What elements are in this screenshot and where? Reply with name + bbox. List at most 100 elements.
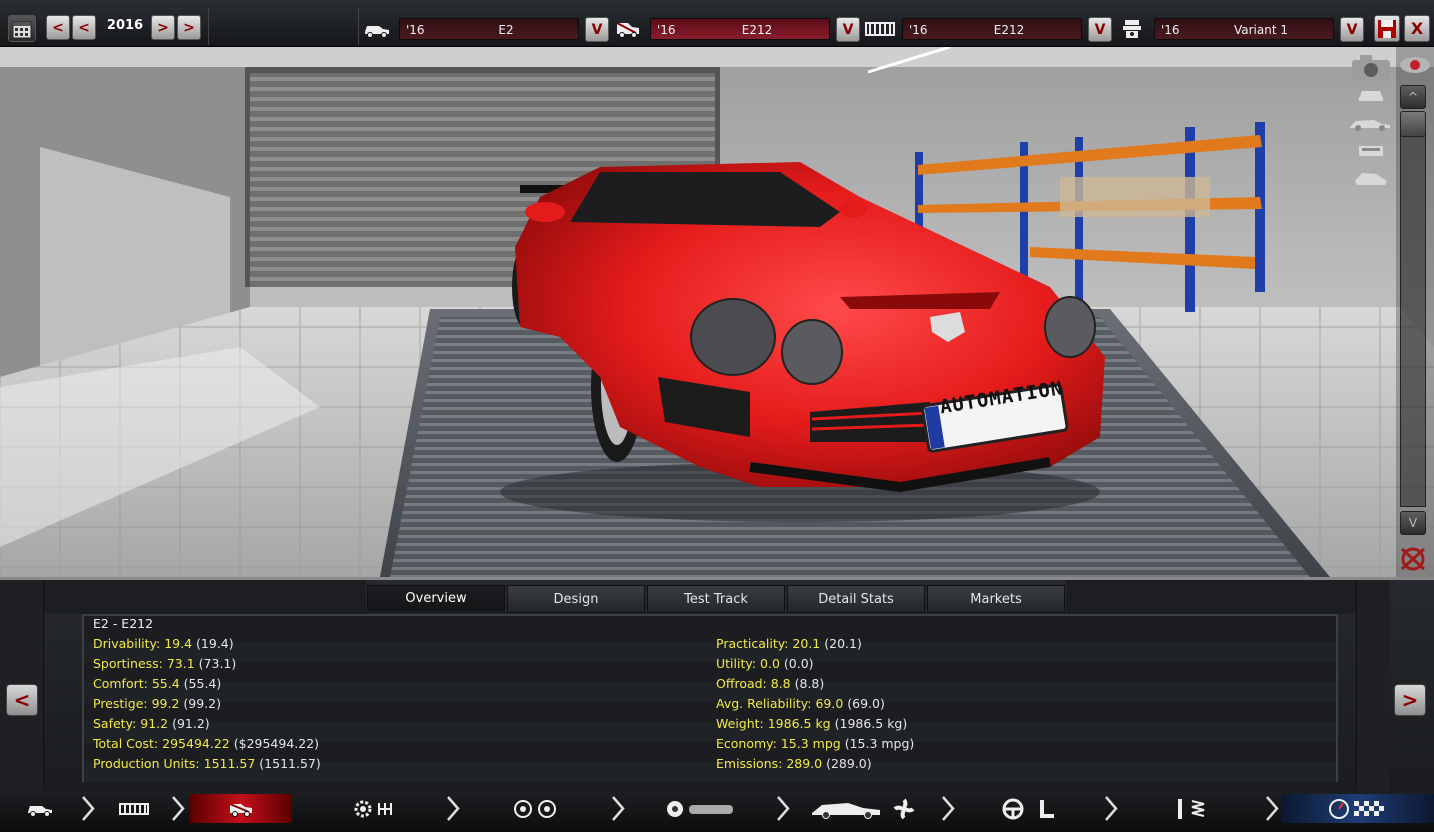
- tab-test-track[interactable]: Test Track: [647, 585, 785, 613]
- nav-step-trim[interactable]: [190, 794, 292, 823]
- divider: [208, 8, 209, 45]
- engine-dropdown-button[interactable]: V: [1340, 17, 1364, 42]
- stat-offroad: Offroad: 8.8 (8.8): [716, 674, 824, 694]
- chassis-icon: [865, 18, 895, 40]
- engine-field[interactable]: '16 Variant 1: [1154, 18, 1334, 40]
- next-car-button[interactable]: >: [1394, 684, 1426, 716]
- stat-value: (55.4): [183, 676, 222, 691]
- close-button[interactable]: X: [1404, 15, 1430, 42]
- view-rear-icon[interactable]: [1355, 143, 1387, 159]
- stat-practicality: Practicality: 20.1 (20.1): [716, 634, 862, 654]
- stat-value: (69.0): [847, 696, 885, 711]
- eye-icon[interactable]: [1398, 55, 1432, 75]
- stat-value: (20.1): [824, 636, 862, 651]
- nav-step-wheels[interactable]: [500, 794, 570, 823]
- stat-sportiness: Sportiness: 73.1 (73.1): [93, 654, 236, 674]
- chevron-right-icon: [1266, 796, 1279, 821]
- wheels-icon: [514, 799, 556, 818]
- save-icon[interactable]: [1374, 15, 1400, 42]
- chevron-right-icon: [612, 796, 625, 821]
- view-angle-icon[interactable]: [1352, 169, 1390, 189]
- scroll-down-button[interactable]: V: [1400, 511, 1426, 535]
- year-prev-button[interactable]: <: [72, 15, 96, 40]
- nav-step-testing[interactable]: [1282, 794, 1434, 823]
- interior-icon: [1002, 798, 1054, 819]
- stat-production-units: Production Units: 1511.57 (1511.57): [93, 754, 321, 774]
- stat-comfort: Comfort: 55.4 (55.4): [93, 674, 221, 694]
- stat-label: Economy: 15.3 mpg: [716, 736, 841, 751]
- calendar-icon[interactable]: [8, 15, 36, 42]
- tab-overview[interactable]: Overview: [367, 585, 505, 613]
- chevron-right-icon: [172, 796, 185, 821]
- aero-icon: [811, 798, 914, 819]
- stat-label: Drivability: 19.4: [93, 636, 193, 651]
- chevron-right-icon: [777, 796, 790, 821]
- chassis-dropdown-button[interactable]: V: [1088, 17, 1112, 42]
- scroll-up-button[interactable]: ^: [1400, 85, 1426, 109]
- chassis-icon: [119, 802, 149, 815]
- chassis-field[interactable]: '16 E212: [902, 18, 1082, 40]
- stat-total-cost: Total Cost: 295494.22 ($295494.22): [93, 734, 319, 754]
- chassis-year: '16: [909, 23, 928, 37]
- engine-name: Variant 1: [1233, 23, 1288, 37]
- car-icon: [28, 805, 52, 817]
- stat-weight: Weight: 1986.5 kg (1986.5 kg): [716, 714, 907, 734]
- stat-value: (73.1): [198, 656, 237, 671]
- scroll-thumb[interactable]: [1400, 111, 1426, 137]
- view-side-icon[interactable]: [1348, 117, 1392, 131]
- car-model-name: E2: [498, 23, 514, 37]
- trim-field[interactable]: '16 E212: [650, 18, 830, 40]
- chevron-right-icon: [1105, 796, 1118, 821]
- stat-label: Emissions: 289.0: [716, 756, 823, 771]
- garage-scene: [0, 47, 1434, 577]
- stat-value: (1986.5 kg): [834, 716, 908, 731]
- nav-step-chassis[interactable]: [98, 794, 170, 823]
- tab-design[interactable]: Design: [507, 585, 645, 613]
- nav-step-aero[interactable]: [800, 794, 925, 823]
- car-model-icon: [362, 18, 392, 40]
- stat-label: Production Units: 1511.57: [93, 756, 256, 771]
- stat-economy: Economy: 15.3 mpg (15.3 mpg): [716, 734, 914, 754]
- top-toolbar: < < 2016 > > '16 E2 V '16 E212 V '16 E21…: [0, 0, 1434, 47]
- stat-value: (8.8): [794, 676, 825, 691]
- stat-utility: Utility: 0.0 (0.0): [716, 654, 814, 674]
- nav-step-suspension[interactable]: [1160, 794, 1220, 823]
- car-3d-viewport[interactable]: AUTOMATION ^ V: [0, 47, 1434, 577]
- reset-view-icon[interactable]: [1398, 545, 1428, 573]
- tab-bar-right: [1066, 580, 1356, 614]
- nav-step-body[interactable]: [655, 794, 745, 823]
- chevron-right-icon: [942, 796, 955, 821]
- car-title: E2 - E212: [93, 616, 154, 631]
- stat-label: Sportiness: 73.1: [93, 656, 195, 671]
- tab-markets[interactable]: Markets: [927, 585, 1065, 613]
- nav-step-interior[interactable]: [990, 794, 1070, 823]
- car-model-field[interactable]: '16 E2: [399, 18, 579, 40]
- trim-icon: [229, 802, 252, 817]
- prev-car-button[interactable]: <: [6, 684, 38, 716]
- camera-icon[interactable]: [1350, 53, 1392, 81]
- nav-step-car[interactable]: [0, 794, 80, 823]
- car-model-year: '16: [406, 23, 425, 37]
- chevron-right-icon: [82, 796, 95, 821]
- tab-detail-stats[interactable]: Detail Stats: [787, 585, 925, 613]
- stat-value: (19.4): [196, 636, 234, 651]
- design-step-navbar: [0, 791, 1434, 832]
- stat-emissions: Emissions: 289.0 (289.0): [716, 754, 872, 774]
- year-next-far-button[interactable]: >: [177, 15, 201, 40]
- trim-dropdown-button[interactable]: V: [836, 17, 860, 42]
- scroll-track[interactable]: [1400, 133, 1426, 507]
- engine-year: '16: [1161, 23, 1180, 37]
- year-prev-far-button[interactable]: <: [46, 15, 70, 40]
- nav-step-engine[interactable]: [335, 794, 415, 823]
- view-front-icon[interactable]: [1355, 87, 1387, 103]
- stat-value: (99.2): [183, 696, 221, 711]
- car-model-dropdown-button[interactable]: V: [585, 17, 609, 42]
- overview-stats: E2 - E212 Drivability: 19.4 (19.4) Sport…: [82, 614, 1338, 782]
- stat-label: Total Cost: 295494.22: [93, 736, 230, 751]
- stat-label: Avg. Reliability: 69.0: [716, 696, 844, 711]
- stat-label: Safety: 91.2: [93, 716, 169, 731]
- year-next-button[interactable]: >: [151, 15, 175, 40]
- stat-label: Comfort: 55.4: [93, 676, 180, 691]
- stat-label: Weight: 1986.5 kg: [716, 716, 831, 731]
- tab-bar-left: [44, 580, 366, 614]
